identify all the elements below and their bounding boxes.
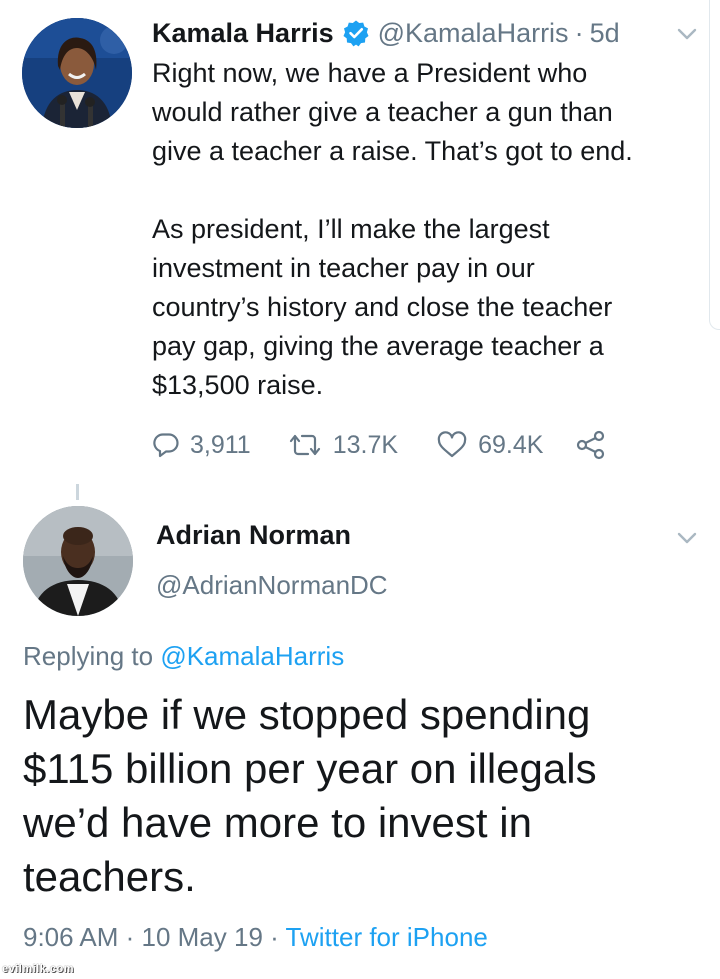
like-button[interactable]: 69.4K: [436, 431, 543, 460]
retweet-icon: [287, 431, 323, 459]
chevron-down-icon[interactable]: [676, 27, 698, 41]
reply-source-link[interactable]: Twitter for iPhone: [286, 922, 488, 952]
thread-connector: [76, 484, 79, 500]
reply-text: Maybe if we stopped spending $115 billio…: [23, 691, 597, 900]
tweet-text: Right now, we have a President who would…: [152, 54, 697, 405]
tweet-header: Kamala Harris @KamalaHarris · 5d: [152, 12, 620, 54]
adrian-norman-avatar[interactable]: [23, 506, 133, 616]
share-icon: [575, 429, 607, 461]
chevron-down-icon[interactable]: [676, 531, 698, 545]
retweet-button[interactable]: 13.7K: [287, 431, 398, 460]
reply-footer: 9:06 AM · 10 May 19 · Twitter for iPhone: [23, 922, 488, 953]
tweet-time[interactable]: 5d: [590, 18, 620, 49]
site-watermark: evilmilk.com: [2, 963, 75, 975]
kamala-harris-avatar[interactable]: [22, 18, 132, 128]
replying-to: Replying to @KamalaHarris: [23, 641, 344, 672]
like-icon: [436, 431, 468, 459]
replying-to-mention[interactable]: @KamalaHarris: [160, 641, 344, 671]
replying-to-label: Replying to: [23, 641, 161, 671]
reply-icon: [152, 431, 180, 459]
reply-author-name[interactable]: Adrian Norman: [156, 520, 351, 551]
retweet-count: 13.7K: [332, 430, 399, 459]
scroll-edge: [709, 0, 720, 330]
author-name[interactable]: Kamala Harris: [152, 18, 334, 49]
reply-count: 3,911: [190, 430, 251, 459]
tweet-paragraph: As president, I’ll make the largest inve…: [152, 214, 613, 400]
like-count: 69.4K: [478, 430, 544, 459]
reply-author-handle[interactable]: @AdrianNormanDC: [156, 570, 388, 601]
tweet-actions: 3,911 13.7K 69.4K: [152, 423, 607, 467]
separator-dot: ·: [574, 17, 584, 48]
reply-timestamp: 9:06 AM · 10 May 19 ·: [23, 922, 286, 952]
author-handle[interactable]: @KamalaHarris: [378, 18, 569, 49]
share-button[interactable]: [575, 429, 607, 461]
reply-button[interactable]: 3,911: [152, 431, 251, 460]
verified-badge-icon: [342, 19, 370, 47]
tweet-paragraph: Right now, we have a President who would…: [152, 58, 633, 166]
